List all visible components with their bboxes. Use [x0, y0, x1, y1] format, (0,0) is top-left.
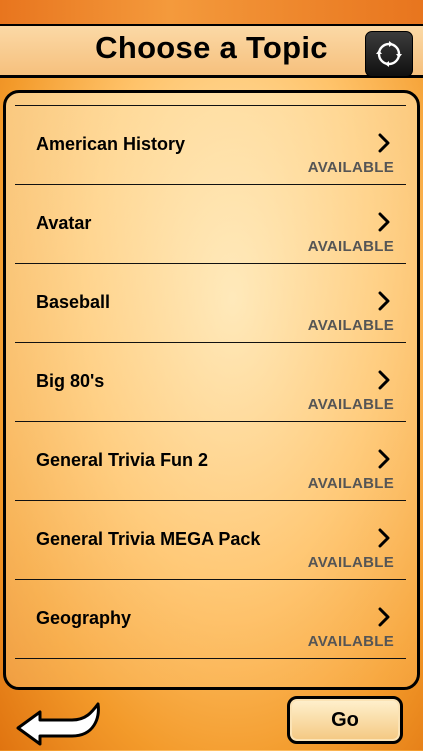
topic-label: Big 80's — [36, 371, 105, 391]
topic-row[interactable]: General Trivia Fun 2 AVAILABLE — [15, 421, 406, 500]
topic-status: AVAILABLE — [307, 633, 394, 650]
topic-list: American History AVAILABLE Avatar AVAILABLE… — [15, 105, 406, 659]
page-title: Choose a Topic — [95, 30, 328, 65]
refresh-button[interactable] — [365, 31, 413, 77]
topic-status: AVAILABLE — [307, 317, 394, 334]
go-button[interactable]: Go — [287, 696, 403, 744]
chevron-right-icon — [378, 133, 390, 153]
topic-row[interactable]: Geography AVAILABLE — [15, 579, 406, 658]
chevron-right-icon — [378, 528, 390, 548]
top-decor-band — [0, 0, 423, 24]
topic-label: Avatar — [36, 213, 92, 233]
topic-row[interactable]: American History AVAILABLE — [15, 105, 406, 184]
topic-label: American History — [36, 134, 186, 154]
chevron-right-icon — [378, 291, 390, 311]
topic-label: Geography — [36, 608, 132, 628]
refresh-icon — [376, 41, 402, 67]
chevron-right-icon — [378, 449, 390, 469]
topic-label: General Trivia MEGA Pack — [36, 529, 261, 549]
topic-row[interactable]: Avatar AVAILABLE — [15, 184, 406, 263]
back-button[interactable] — [14, 698, 104, 746]
chevron-right-icon — [378, 370, 390, 390]
topic-label: General Trivia Fun 2 — [36, 450, 209, 470]
chevron-right-icon — [378, 212, 390, 232]
chevron-right-icon — [378, 607, 390, 627]
topic-status: AVAILABLE — [307, 396, 394, 413]
topic-status: AVAILABLE — [307, 475, 394, 492]
topic-list-panel: American History AVAILABLE Avatar AVAILABLE… — [3, 90, 420, 690]
topic-row[interactable]: General Trivia MEGA Pack AVAILABLE — [15, 500, 406, 579]
topic-status: AVAILABLE — [307, 554, 394, 571]
topic-label: Baseball — [36, 292, 111, 312]
topic-status: AVAILABLE — [307, 159, 394, 176]
topic-row[interactable]: Big 80's AVAILABLE — [15, 342, 406, 421]
topic-status: AVAILABLE — [307, 238, 394, 255]
back-arrow-icon — [16, 702, 100, 746]
list-divider — [15, 658, 406, 659]
topic-row[interactable]: Baseball AVAILABLE — [15, 263, 406, 342]
header-bar: Choose a Topic — [0, 24, 423, 78]
